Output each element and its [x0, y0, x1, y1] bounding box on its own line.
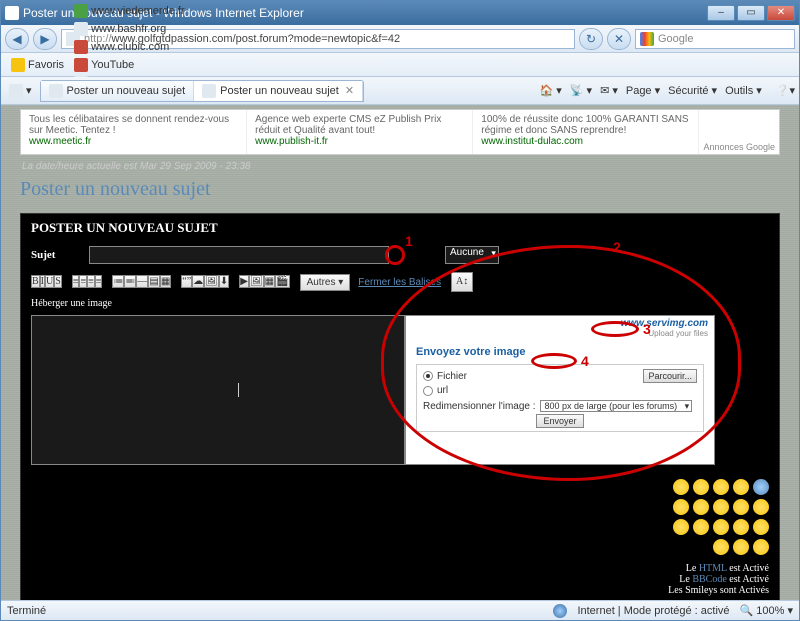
subject-input[interactable]	[89, 246, 389, 264]
post-form: POSTER UN NOUVEAU SUJET Sujet Aucune BIU…	[20, 213, 780, 600]
grid-icon	[9, 84, 23, 98]
mail-button[interactable]: ✉ ▾	[600, 84, 618, 97]
tab[interactable]: Poster un nouveau sujet✕	[194, 81, 363, 101]
bookmark[interactable]: YouTube	[70, 56, 189, 74]
minimize-button[interactable]: –	[707, 5, 735, 21]
format-status: Le HTML est Activé Le BBCode est Activé …	[658, 559, 779, 600]
browse-button[interactable]: Parcourir...	[643, 369, 697, 383]
close-button[interactable]: ✕	[767, 5, 795, 21]
icon-dropdown[interactable]: Aucune	[445, 246, 499, 264]
status-text: Terminé	[7, 605, 46, 617]
align-button-1[interactable]: ≡	[79, 275, 87, 288]
fmt-button-2[interactable]: U	[45, 275, 54, 288]
ad[interactable]: Tous les célibataires se donnent rendez-…	[21, 110, 247, 154]
search-box[interactable]: Google	[635, 29, 795, 49]
resize-select[interactable]: 800 px de large (pour les forums)	[540, 400, 693, 412]
back-button[interactable]: ◀	[5, 28, 29, 50]
ad[interactable]: Agence web experte CMS eZ Publish Prix r…	[247, 110, 473, 154]
globe-icon	[553, 604, 567, 618]
bookmark[interactable]: www.bashfr.org	[70, 20, 189, 38]
message-textarea[interactable]	[31, 315, 405, 465]
tab-row: ▾ Poster un nouveau sujetPoster un nouve…	[1, 77, 799, 105]
list-button-1[interactable]: ≕	[124, 275, 136, 288]
align-button-3[interactable]: ≡	[95, 275, 103, 288]
zone-text: Internet | Mode protégé : activé	[577, 605, 729, 617]
radio-url[interactable]	[423, 386, 433, 396]
upload-send-button[interactable]: Envoyer	[536, 414, 583, 428]
media-button-3[interactable]: 🎬	[275, 275, 289, 288]
bookmark[interactable]: www.viedemerde.fr	[70, 2, 189, 20]
list-button-4[interactable]: ▦	[160, 275, 171, 288]
list-button-2[interactable]: —	[136, 275, 148, 288]
menu-outils[interactable]: Outils ▾	[725, 84, 762, 97]
list-button-0[interactable]: ≔	[112, 275, 124, 288]
font-size-button[interactable]: A↕	[451, 272, 473, 292]
fmt-button-3[interactable]: S	[54, 275, 62, 288]
ie-icon	[5, 6, 19, 20]
fmt-button-0[interactable]: B	[31, 275, 40, 288]
insert-button-0[interactable]: “”	[181, 275, 192, 288]
page-title: Poster un nouveau sujet	[20, 178, 780, 201]
favorites-button[interactable]: Favoris	[7, 56, 68, 74]
media-button-0[interactable]: ▶	[239, 275, 249, 288]
stop-button[interactable]: ✕	[607, 28, 631, 50]
status-bar: Terminé Internet | Mode protégé : activé…	[1, 600, 799, 620]
tab[interactable]: Poster un nouveau sujet	[41, 81, 195, 101]
menu-page[interactable]: Page ▾	[626, 84, 660, 97]
home-button[interactable]: 🏠 ▾	[540, 84, 562, 97]
content-viewport: Tous les célibataires se donnent rendez-…	[1, 105, 799, 600]
help-button[interactable]: ❔▾	[776, 84, 795, 97]
datetime: La date/heure actuelle est Mar 29 Sep 20…	[22, 161, 778, 172]
smiley-icon[interactable]	[673, 479, 689, 495]
smileys	[659, 475, 779, 559]
autres-button[interactable]: Autres ▾	[300, 274, 351, 291]
radio-file[interactable]	[423, 371, 433, 381]
editor-toolbar: BIUS ≡≡≡≡ ≔≕—▤▦ “”☁🖼⬇ ▶🖼▦🎬 Autres ▾ Ferm…	[21, 268, 779, 296]
list-button-3[interactable]: ▤	[148, 275, 159, 288]
insert-button-3[interactable]: ⬇	[219, 275, 229, 288]
upload-title: Envoyez votre image	[416, 346, 704, 358]
quick-tabs[interactable]: ▾	[5, 82, 36, 100]
subject-label: Sujet	[31, 249, 81, 261]
star-icon	[11, 58, 25, 72]
maximize-button[interactable]: ▭	[737, 5, 765, 21]
align-button-2[interactable]: ≡	[87, 275, 95, 288]
form-header: POSTER UN NOUVEAU SUJET	[21, 214, 779, 242]
close-tags-link[interactable]: Fermer les Balises	[358, 277, 441, 288]
favorites-bar: Favoris Golf VI GTDwww.mininova.orgwww.v…	[1, 53, 799, 77]
ad[interactable]: 100% de réussite donc 100% GARANTI SANS …	[473, 110, 699, 154]
host-image-label: Héberger une image	[21, 296, 779, 311]
media-button-2[interactable]: ▦	[264, 275, 275, 288]
insert-button-1[interactable]: ☁	[192, 275, 204, 288]
google-icon	[640, 32, 654, 46]
refresh-button[interactable]: ↻	[579, 28, 603, 50]
insert-button-2[interactable]: 🖼	[204, 275, 219, 288]
zoom-level[interactable]: 🔍 100% ▾	[740, 604, 793, 617]
forward-button[interactable]: ▶	[33, 28, 57, 50]
image-upload-panel: www.servimg.comUpload your files Envoyez…	[405, 315, 715, 465]
bookmark[interactable]: www.clubic.com	[70, 38, 189, 56]
ads-block: Tous les célibataires se donnent rendez-…	[20, 109, 780, 155]
media-button-1[interactable]: 🖼	[249, 275, 264, 288]
feeds-button[interactable]: 📡 ▾	[570, 84, 592, 97]
menu-sécurité[interactable]: Sécurité ▾	[668, 84, 717, 97]
servimg-brand: www.servimg.com	[621, 318, 708, 329]
ads-label: Annonces Google	[699, 140, 779, 154]
